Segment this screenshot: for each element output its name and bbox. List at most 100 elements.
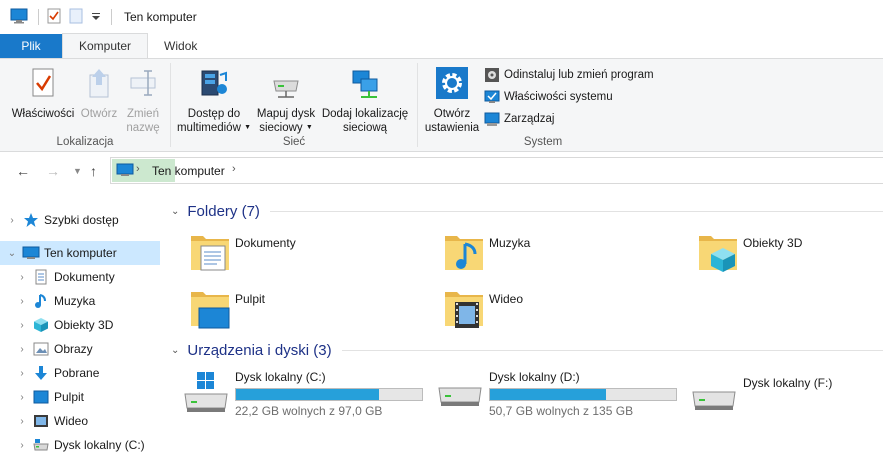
sidebar-item-desktop[interactable]: › Pulpit <box>0 385 160 409</box>
section-title: Urządzenia i dyski (3) <box>187 342 332 359</box>
video-folder-icon <box>443 286 485 333</box>
drive-icon <box>691 374 737 421</box>
folder-3d-objects[interactable]: Obiekty 3D <box>697 230 883 276</box>
divider <box>111 9 112 25</box>
divider <box>38 9 39 25</box>
sidebar-item-downloads[interactable]: › Pobrane <box>0 361 160 385</box>
section-header-folders[interactable]: ⌄ Foldery (7) <box>171 203 883 220</box>
drive-usage-bar <box>489 388 677 401</box>
chevron-right-icon[interactable]: › <box>16 296 28 307</box>
folder-documents[interactable]: Dokumenty <box>189 230 429 276</box>
documents-folder-icon <box>189 230 231 277</box>
chevron-right-icon[interactable]: › <box>136 163 140 175</box>
ribbon-group-label: Lokalizacja <box>56 136 114 148</box>
sidebar-item-documents[interactable]: › Dokumenty <box>0 265 160 289</box>
ribbon-group-label: Sieć <box>282 136 306 148</box>
ribbon-group-location: Właściwości Otwórz Zmień nazwę Lokalizac… <box>0 59 170 152</box>
up-arrow-icon[interactable]: ↑ <box>90 163 97 179</box>
recent-locations-icon[interactable]: ▼ <box>73 166 82 176</box>
drive-c[interactable]: Dysk lokalny (C:) 22,2 GB wolnych z 97,0… <box>183 368 437 418</box>
sidebar-item-3d-objects[interactable]: › Obiekty 3D <box>0 313 160 337</box>
system-properties-icon <box>484 90 500 103</box>
music-icon <box>32 293 50 309</box>
network-drive-icon <box>255 67 317 103</box>
uninstall-icon <box>485 68 499 82</box>
windows-drive-icon <box>183 370 229 417</box>
chevron-right-icon[interactable]: › <box>16 344 28 355</box>
documents-icon <box>32 269 50 285</box>
map-network-drive-button[interactable]: Mapuj dysk sieciowy ▼ <box>255 67 317 135</box>
computer-icon <box>22 245 40 261</box>
divider <box>269 211 883 212</box>
navigation-pane: › Szybki dostęp ⌄ Ten komputer › Dokumen… <box>0 190 165 462</box>
chevron-right-icon[interactable]: › <box>16 392 28 403</box>
chevron-right-icon[interactable]: › <box>16 416 28 427</box>
download-icon <box>32 365 50 381</box>
address-path[interactable]: Ten komputer <box>152 164 225 178</box>
open-settings-button[interactable]: Otwórz ustawienia <box>420 67 484 135</box>
divider <box>341 350 883 351</box>
sidebar-item-videos[interactable]: › Wideo <box>0 409 160 433</box>
back-arrow-icon[interactable]: ← <box>16 163 30 179</box>
section-header-drives[interactable]: ⌄ Urządzenia i dyski (3) <box>171 342 883 359</box>
drive-usage-fill <box>490 389 607 400</box>
drive-usage-fill <box>236 389 380 400</box>
chevron-right-icon[interactable]: › <box>6 215 18 226</box>
rename-button[interactable]: Zmień nazwę <box>122 67 164 135</box>
system-properties-button[interactable]: Właściwości systemu <box>484 89 613 105</box>
media-server-icon <box>175 67 253 103</box>
address-bar[interactable]: › Ten komputer › <box>110 157 883 184</box>
computer-icon[interactable] <box>10 8 28 27</box>
ribbon-group-network: Dostęp do multimediów ▼ Mapuj dysk sieci… <box>171 59 417 152</box>
pictures-icon <box>32 341 50 357</box>
chevron-down-icon: ▼ <box>305 124 313 131</box>
uninstall-program-button[interactable]: Odinstaluj lub zmień program <box>484 67 654 83</box>
chevron-down-icon[interactable]: ⌄ <box>171 345 179 356</box>
chevron-down-icon[interactable]: ⌄ <box>171 206 179 217</box>
network-location-icon <box>317 67 413 103</box>
folder-music[interactable]: Muzyka <box>443 230 683 276</box>
title-bar: Ten komputer <box>0 0 883 34</box>
manage-button[interactable]: Zarządzaj <box>484 111 555 127</box>
open-button[interactable]: Otwórz <box>76 67 122 121</box>
navigation-bar: ← → ▼ ↑ › Ten komputer › <box>0 152 883 190</box>
chevron-down-icon[interactable]: ⌄ <box>6 248 18 259</box>
chevron-down-icon[interactable] <box>91 10 101 24</box>
ribbon-group-label: System <box>523 136 563 148</box>
media-access-button[interactable]: Dostęp do multimediów ▼ <box>175 67 253 135</box>
sidebar-item-music[interactable]: › Muzyka <box>0 289 160 313</box>
chevron-right-icon[interactable]: › <box>232 163 236 175</box>
open-arrow-icon <box>76 67 122 103</box>
ribbon-tabs: Plik Komputer Widok <box>0 33 883 58</box>
chevron-right-icon[interactable]: › <box>16 368 28 379</box>
sidebar-item-pictures[interactable]: › Obrazy <box>0 337 160 361</box>
sidebar-item-quick-access[interactable]: › Szybki dostęp <box>0 208 160 232</box>
chevron-right-icon[interactable]: › <box>16 272 28 283</box>
drive-d[interactable]: Dysk lokalny (D:) 50,7 GB wolnych z 135 … <box>437 368 691 418</box>
drive-f[interactable]: Dysk lokalny (F:) <box>691 368 883 418</box>
window-title: Ten komputer <box>124 10 197 24</box>
folder-videos[interactable]: Wideo <box>443 286 683 332</box>
new-folder-icon[interactable] <box>69 8 83 27</box>
chevron-right-icon[interactable]: › <box>16 320 28 331</box>
section-title: Foldery (7) <box>187 203 260 220</box>
music-folder-icon <box>443 230 485 277</box>
chevron-right-icon[interactable]: › <box>16 440 28 451</box>
drive-free-space: 22,2 GB wolnych z 97,0 GB <box>235 404 383 418</box>
sidebar-item-local-disk-c[interactable]: › Dysk lokalny (C:) <box>0 433 160 457</box>
tab-computer[interactable]: Komputer <box>62 33 149 58</box>
properties-check-icon[interactable] <box>47 8 61 27</box>
gear-icon <box>420 67 484 103</box>
drive-free-space: 50,7 GB wolnych z 135 GB <box>489 404 634 418</box>
sidebar-item-this-pc[interactable]: ⌄ Ten komputer <box>0 241 160 265</box>
drive-usage-bar <box>235 388 423 401</box>
chevron-down-icon: ▼ <box>244 124 252 131</box>
forward-arrow-icon[interactable]: → <box>46 163 60 179</box>
video-icon <box>32 413 50 429</box>
properties-button[interactable]: Właściwości <box>10 67 76 121</box>
folder-desktop[interactable]: Pulpit <box>189 286 429 332</box>
ribbon: Właściwości Otwórz Zmień nazwę Lokalizac… <box>0 58 883 152</box>
tab-file[interactable]: Plik <box>0 34 62 58</box>
add-network-location-button[interactable]: Dodaj lokalizację sieciową <box>317 67 413 135</box>
tab-view[interactable]: Widok <box>148 34 213 58</box>
